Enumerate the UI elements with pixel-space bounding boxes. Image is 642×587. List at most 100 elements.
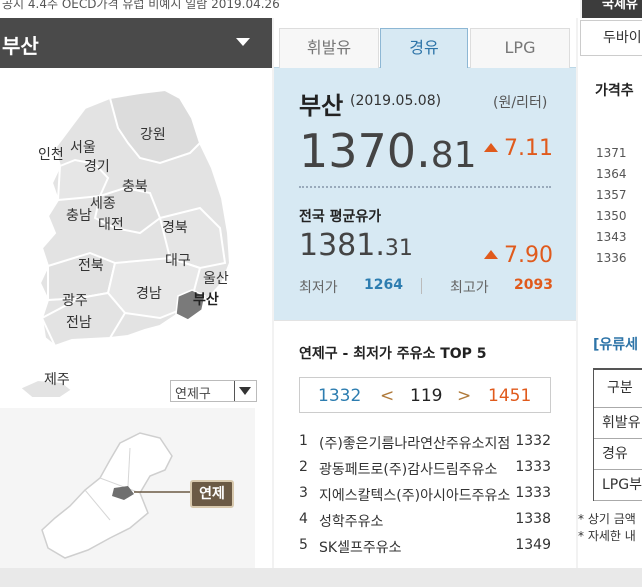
- regional-price-dec: 81: [430, 135, 477, 176]
- map-label-gyeonggi[interactable]: 경기: [84, 156, 110, 176]
- station-price: 1349: [515, 537, 551, 553]
- chevron-down-icon[interactable]: [236, 38, 250, 46]
- district-select[interactable]: 연제구: [170, 380, 257, 402]
- price-unit: (원/리터): [493, 95, 548, 111]
- trend-tick: 1336: [596, 251, 627, 265]
- top5-title: 연제구 - 최저가 주유소 TOP 5: [299, 346, 487, 362]
- notice-bar[interactable]: 공지 4.4주 OECD가격 유럽 비예시 일람 2019.04.26: [0, 0, 580, 18]
- tab-dubai[interactable]: 두바이: [580, 20, 642, 56]
- station-rank: 4: [299, 511, 308, 527]
- fuel-note: * 자세한 내: [578, 529, 636, 543]
- list-item[interactable]: 3 지에스칼텍스(주)아시아드주유소 1333: [299, 481, 551, 507]
- korea-map-graphic: [18, 88, 232, 399]
- pager-high-price: 1451: [488, 386, 532, 406]
- national-average-title: 전국 평균유가: [299, 209, 382, 225]
- pager-current: 119: [410, 386, 443, 406]
- map-label-incheon[interactable]: 인천: [38, 144, 64, 164]
- international-panel: 두바이 가격추 1371 1364 1357 1350 1343 1336 [유…: [578, 18, 642, 568]
- regional-price-change: 7.11: [484, 136, 553, 161]
- fuel-table-header: 구분: [594, 370, 642, 408]
- map-label-seoul[interactable]: 서울: [70, 137, 96, 157]
- map-label-gwangju[interactable]: 광주: [62, 290, 88, 310]
- map-label-gyeongnam[interactable]: 경남: [136, 283, 162, 303]
- tab-gasoline[interactable]: 휘발유: [279, 28, 379, 68]
- list-item[interactable]: 2 광동페트로(주)감사드림주유소 1333: [299, 455, 551, 481]
- national-price-change: 7.90: [484, 243, 553, 268]
- station-price: 1338: [515, 511, 551, 527]
- price-panel: 휘발유 경유 LPG 부산 (2019.05.08) (원/리터) 1370.8…: [274, 18, 576, 568]
- station-name[interactable]: (주)좋은기름나라연산주유소지점: [319, 433, 510, 453]
- map-label-chungbuk[interactable]: 충북: [122, 176, 148, 196]
- footer-strip: [0, 568, 642, 587]
- map-label-ulsan[interactable]: 울산: [203, 268, 229, 288]
- regional-price-box: 부산 (2019.05.08) (원/리터) 1370.81 7.11 전국 평…: [274, 68, 576, 320]
- fuel-table-cell: 경유: [594, 439, 642, 470]
- station-name[interactable]: 지에스칼텍스(주)아시아드주유소: [319, 485, 510, 505]
- chevron-left-icon[interactable]: <: [380, 386, 394, 406]
- selected-region: 부산: [2, 34, 39, 58]
- pager-low-price: 1332: [318, 386, 362, 406]
- map-label-busan[interactable]: 부산: [193, 289, 219, 309]
- price-date: (2019.05.08): [350, 93, 442, 109]
- triangle-up-icon: [484, 143, 498, 152]
- map-label-gyeongbuk[interactable]: 경북: [162, 217, 188, 237]
- map-label-daejeon[interactable]: 대전: [98, 214, 124, 234]
- station-rank: 2: [299, 459, 308, 475]
- station-rank: 5: [299, 537, 308, 553]
- map-label-daegu[interactable]: 대구: [165, 250, 191, 270]
- station-rank: 3: [299, 485, 308, 501]
- fuel-table-cell: LPG부: [594, 470, 642, 501]
- korea-map[interactable]: 서울 인천 경기 강원 충북 세종 충남 대전 경북 전북 대구 울산 광주 경…: [0, 68, 272, 423]
- tab-diesel[interactable]: 경유: [380, 28, 468, 69]
- min-value: 1264: [364, 277, 403, 293]
- busan-district-map[interactable]: 연제: [0, 408, 255, 568]
- trend-tick: 1350: [596, 209, 627, 223]
- trend-tick: 1364: [596, 167, 627, 181]
- min-label: 최저가: [299, 280, 338, 296]
- station-name[interactable]: SK셀프주유소: [319, 537, 401, 557]
- national-change-value: 7.90: [504, 243, 553, 268]
- list-item[interactable]: 5 SK셀프주유소 1349: [299, 533, 551, 559]
- regional-change-value: 7.11: [504, 136, 553, 161]
- price-region: 부산: [299, 92, 344, 120]
- station-name[interactable]: 성학주유소: [319, 511, 383, 531]
- tab-lpg[interactable]: LPG: [470, 28, 570, 68]
- national-price-dec: 31: [384, 236, 413, 261]
- trend-tick: 1343: [596, 230, 627, 244]
- international-price-button[interactable]: 국제유: [582, 0, 642, 20]
- district-tag-yeonje[interactable]: 연제: [190, 480, 234, 508]
- map-label-chungnam[interactable]: 충남: [66, 205, 92, 225]
- trend-tick: 1371: [596, 146, 627, 160]
- fuel-tax-table: 구분 휘발유 경유 LPG부: [593, 368, 642, 501]
- chevron-down-icon[interactable]: [234, 381, 256, 401]
- map-label-jeonbuk[interactable]: 전북: [78, 255, 104, 275]
- price-trend-box: 가격추 1371 1364 1357 1350 1343 1336: [578, 68, 642, 320]
- separator: [421, 278, 422, 294]
- triangle-up-icon: [484, 250, 498, 259]
- list-item[interactable]: 1 (주)좋은기름나라연산주유소지점 1332: [299, 429, 551, 455]
- station-name[interactable]: 광동페트로(주)감사드림주유소: [319, 459, 497, 479]
- notice-text[interactable]: 공지 4.4주 OECD가격 유럽 비예시 일람 2019.04.26: [2, 0, 280, 11]
- region-selector[interactable]: 부산: [0, 18, 272, 68]
- station-price: 1333: [515, 459, 551, 475]
- regional-price: 1370.81: [299, 124, 477, 178]
- map-label-sejong[interactable]: 세종: [90, 193, 116, 213]
- trend-title: 가격추: [595, 83, 634, 99]
- chevron-right-icon[interactable]: >: [457, 386, 471, 406]
- region-panel: 부산 서울 인천 경기 강원 충북 세종 충남 대전 경북 전북 대구 울산 광…: [0, 18, 272, 587]
- max-value: 2093: [514, 277, 553, 293]
- map-label-jeonnam[interactable]: 전남: [66, 312, 92, 332]
- regional-price-int: 1370.: [299, 124, 431, 178]
- min-max-row: 최저가 1264 최고가 2093: [299, 277, 559, 297]
- trend-tick: 1357: [596, 188, 627, 202]
- max-label: 최고가: [450, 280, 489, 296]
- top5-cheapest: 연제구 - 최저가 주유소 TOP 5 1332 < 119 > 1451 1 (…: [274, 320, 576, 568]
- fuel-tax-title[interactable]: [유류세: [593, 334, 638, 354]
- map-label-gangwon[interactable]: 강원: [140, 124, 166, 144]
- map-label-jeju[interactable]: 제주: [44, 369, 70, 389]
- list-item[interactable]: 4 성학주유소 1338: [299, 507, 551, 533]
- fuel-tabs: 휘발유 경유 LPG: [274, 18, 576, 69]
- top5-pager: 1332 < 119 > 1451: [299, 377, 551, 413]
- divider: [299, 186, 551, 188]
- fuel-note: * 상기 금액: [578, 512, 636, 526]
